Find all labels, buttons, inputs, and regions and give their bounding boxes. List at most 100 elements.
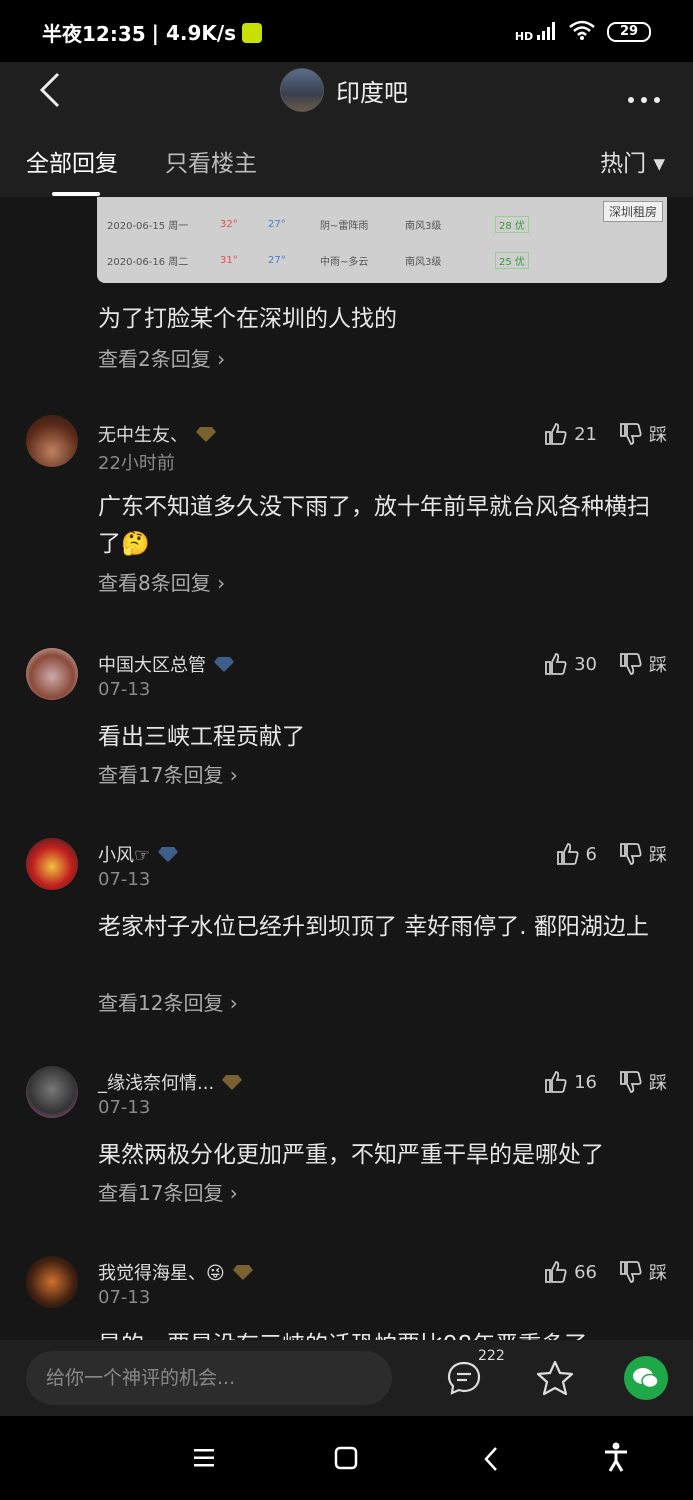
menu-icon xyxy=(194,1449,214,1467)
menu-nav-button[interactable] xyxy=(192,1448,216,1472)
weather-screenshot-image[interactable]: 深圳租房 2020-06-15 周一 32° 27° 阴~雷阵雨 南风3级 28… xyxy=(97,197,667,283)
dislike-label[interactable]: 踩 xyxy=(649,1069,667,1095)
username-text: 小风☞ xyxy=(98,845,151,866)
comment-time: 07-13 xyxy=(98,1097,151,1118)
comment-text: 老家村子水位已经升到坝顶了 幸好雨停了. 鄱阳湖边上 xyxy=(98,914,649,940)
like-count: 66 xyxy=(574,1261,597,1283)
star-icon xyxy=(536,1360,574,1396)
signal-icon: HD xyxy=(515,21,557,43)
view-replies-link[interactable]: 查看8条回复 › xyxy=(98,567,225,596)
comment-username[interactable]: _缘浅奈何情... xyxy=(98,1069,243,1095)
network-speed: | 4.9K/s xyxy=(151,20,237,45)
username-text: 我觉得海星、😜 xyxy=(98,1263,225,1284)
comment-username[interactable]: 小风☞ xyxy=(98,841,179,867)
comment-bubble-icon xyxy=(447,1361,481,1395)
sort-dropdown[interactable]: 热门 ▾ xyxy=(600,144,665,178)
weather-date: 2020-06-16 周二 xyxy=(107,256,189,268)
favorite-button[interactable] xyxy=(536,1360,574,1400)
thumbs-up-icon[interactable] xyxy=(544,422,568,446)
more-icon xyxy=(628,97,660,103)
comment-text: 是的，要是没有三峡的话恐怕要比98年严重多了 xyxy=(98,1327,668,1340)
comment-list[interactable]: 深圳租房 2020-06-15 周一 32° 27° 阴~雷阵雨 南风3级 28… xyxy=(0,197,693,1340)
more-options-button[interactable] xyxy=(627,78,661,111)
tab-all-replies[interactable]: 全部回复 xyxy=(26,144,118,178)
app-notification-icon xyxy=(242,22,263,43)
dislike-label[interactable]: 踩 xyxy=(649,421,667,447)
like-count: 21 xyxy=(574,423,597,445)
forum-header: 印度吧 全部回复 只看楼主 热门 ▾ xyxy=(0,62,693,197)
comment-time: 22小时前 xyxy=(98,453,175,474)
comment-actions: 66 踩 xyxy=(544,1259,667,1285)
avatar[interactable] xyxy=(26,838,78,890)
thumbs-down-icon[interactable] xyxy=(619,1260,643,1284)
wechat-share-button[interactable] xyxy=(624,1356,668,1400)
comment-username[interactable]: 我觉得海星、😜 xyxy=(98,1259,253,1285)
status-left: 半夜12:35 | 4.9K/s xyxy=(42,18,263,47)
thumbs-down-icon[interactable] xyxy=(619,422,643,446)
status-bar: 半夜12:35 | 4.9K/s HD 29 xyxy=(0,0,693,62)
thumbs-up-icon[interactable] xyxy=(556,842,580,866)
wifi-icon xyxy=(569,20,595,44)
dislike-label[interactable]: 踩 xyxy=(649,651,667,677)
post-text: 为了打脸某个在深圳的人找的 xyxy=(98,306,397,332)
avatar[interactable] xyxy=(26,415,78,467)
thumbs-down-icon[interactable] xyxy=(619,842,643,866)
comment-username[interactable]: 中国大区总管 xyxy=(98,651,234,677)
comment-time: 07-13 xyxy=(98,679,151,700)
like-count: 16 xyxy=(574,1071,597,1093)
comment-text: 广东不知道多久没下雨了，放十年前早就台风各种横扫了🤔 xyxy=(98,494,650,557)
weather-tag: 深圳租房 xyxy=(602,201,663,222)
username-text: _缘浅奈何情... xyxy=(98,1073,215,1094)
dislike-label[interactable]: 踩 xyxy=(649,841,667,867)
forum-title: 印度吧 xyxy=(336,78,408,107)
chevron-left-icon xyxy=(39,72,60,108)
comment-count: 222 xyxy=(478,1348,505,1364)
status-right: HD 29 xyxy=(515,20,651,44)
comment-actions: 21 踩 xyxy=(544,421,667,447)
thumbs-up-icon[interactable] xyxy=(544,1070,568,1094)
view-replies-link[interactable]: 查看2条回复 › xyxy=(98,343,225,372)
level-badge-icon xyxy=(214,657,234,672)
thumbs-up-icon[interactable] xyxy=(544,1260,568,1284)
comment-text: 果然两极分化更加严重，不知严重干旱的是哪处了 xyxy=(98,1142,604,1168)
forum-title-area[interactable]: 印度吧 xyxy=(280,68,408,112)
accessibility-button[interactable] xyxy=(604,1442,628,1476)
weather-low: 27° xyxy=(268,254,286,266)
avatar[interactable] xyxy=(26,1256,78,1308)
level-badge-icon xyxy=(232,1265,253,1280)
username-text: 无中生友、 xyxy=(98,425,188,446)
level-badge-icon xyxy=(158,847,179,862)
view-replies-link[interactable]: 查看17条回复 › xyxy=(98,1177,238,1206)
view-replies-link[interactable]: 查看12条回复 › xyxy=(98,987,238,1016)
home-square-icon xyxy=(334,1446,358,1470)
weather-wind: 南风3级 xyxy=(405,256,442,268)
comment-actions: 16 踩 xyxy=(544,1069,667,1095)
tab-owner-only[interactable]: 只看楼主 xyxy=(165,144,257,178)
comment-time: 07-13 xyxy=(98,869,151,890)
comment-actions: 30 踩 xyxy=(544,651,667,677)
forum-avatar xyxy=(280,68,324,112)
level-badge-icon xyxy=(222,1075,243,1090)
thumbs-up-icon[interactable] xyxy=(544,652,568,676)
thumbs-down-icon[interactable] xyxy=(619,1070,643,1094)
comment-input[interactable]: 给你一个神评的机会... xyxy=(26,1351,392,1405)
status-time: 半夜12:35 xyxy=(42,22,146,46)
thumbs-down-icon[interactable] xyxy=(619,652,643,676)
weather-date: 2020-06-15 周一 xyxy=(107,220,189,232)
home-nav-button[interactable] xyxy=(334,1446,358,1474)
comments-button[interactable] xyxy=(446,1360,482,1400)
weather-high: 31° xyxy=(220,254,238,266)
back-nav-button[interactable] xyxy=(482,1446,500,1476)
comment-username[interactable]: 无中生友、 xyxy=(98,421,216,447)
back-button[interactable] xyxy=(38,72,74,116)
username-text: 中国大区总管 xyxy=(98,655,206,676)
weather-cond: 阴~雷阵雨 xyxy=(320,220,369,232)
reply-bar: 给你一个神评的机会... 222 xyxy=(0,1340,693,1416)
weather-aqi: 25 优 xyxy=(495,251,529,269)
dislike-label[interactable]: 踩 xyxy=(649,1259,667,1285)
avatar[interactable] xyxy=(26,648,78,700)
view-replies-link[interactable]: 查看17条回复 › xyxy=(98,759,238,788)
accessibility-icon xyxy=(605,1442,627,1472)
comment-actions: 6 踩 xyxy=(556,841,667,867)
avatar[interactable] xyxy=(26,1066,78,1118)
